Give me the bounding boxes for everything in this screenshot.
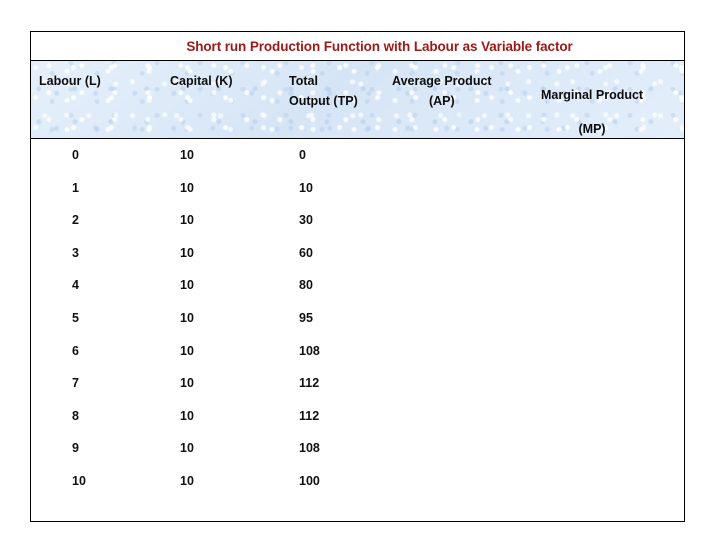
column-header-average-product-line1: Average Product <box>392 74 492 88</box>
table-row: 6 10 108 <box>31 335 684 368</box>
cell-tp: 112 <box>299 376 320 391</box>
column-header-marginal-product-line1: Marginal Product <box>541 88 644 102</box>
table-title: Short run Production Function with Labou… <box>186 38 573 54</box>
column-header-labour-line1: Labour (L) <box>39 74 101 88</box>
table-body: 0 10 0 1 10 10 2 10 30 3 10 60 4 10 80 5 10 95 6 10 108 7 10 11… <box>31 139 684 519</box>
table-row: 1 10 10 <box>31 172 684 205</box>
table-row: 4 10 80 <box>31 269 684 302</box>
table-row: 8 10 112 <box>31 400 684 433</box>
table-header-row: Labour (L) Capital (K) Total Output (TP)… <box>31 61 684 139</box>
slide-page: Short run Production Function with Labou… <box>0 0 720 540</box>
column-header-marginal-product: Marginal Product (MP) <box>541 85 643 139</box>
cell-labour: 4 <box>72 278 79 293</box>
column-header-capital-line1: Capital (K) <box>170 74 233 88</box>
cell-labour: 7 <box>72 376 79 391</box>
table-row: 10 10 100 <box>31 465 684 498</box>
table-row: 9 10 108 <box>31 432 684 465</box>
cell-tp: 108 <box>299 343 320 358</box>
column-header-total-output: Total Output (TP) <box>289 71 358 111</box>
cell-tp: 60 <box>299 245 313 260</box>
cell-labour: 2 <box>72 213 79 228</box>
column-header-total-output-line1: Total <box>289 74 318 88</box>
table-row: 5 10 95 <box>31 302 684 335</box>
column-header-average-product: Average Product (AP) <box>392 71 492 111</box>
cell-tp: 112 <box>299 408 320 423</box>
column-header-capital: Capital (K) <box>170 71 233 91</box>
table-row: 3 10 60 <box>31 237 684 270</box>
cell-tp: 80 <box>299 278 313 293</box>
cell-capital: 10 <box>180 148 194 162</box>
cell-tp: 10 <box>299 180 313 195</box>
cell-labour: 0 <box>72 148 79 162</box>
table-row: 0 10 0 <box>31 139 684 172</box>
table-title-row: Short run Production Function with Labou… <box>31 32 684 61</box>
cell-capital: 10 <box>180 310 194 325</box>
column-header-marginal-product-line2: (MP) <box>578 122 606 136</box>
cell-labour: 10 <box>72 473 86 488</box>
cell-capital: 10 <box>180 278 194 293</box>
column-header-average-product-line2: (AP) <box>428 94 455 108</box>
cell-tp: 0 <box>299 148 306 162</box>
cell-labour: 8 <box>72 408 79 423</box>
table-row: 7 10 112 <box>31 367 684 400</box>
column-header-total-output-line2: Output (TP) <box>289 94 358 108</box>
cell-capital: 10 <box>180 376 194 391</box>
cell-tp: 95 <box>299 310 313 325</box>
cell-capital: 10 <box>180 408 194 423</box>
column-header-labour: Labour (L) <box>39 71 101 91</box>
cell-labour: 3 <box>72 245 79 260</box>
cell-tp: 108 <box>299 441 320 456</box>
cell-labour: 5 <box>72 310 79 325</box>
cell-tp: 30 <box>299 213 313 228</box>
cell-capital: 10 <box>180 213 194 228</box>
cell-capital: 10 <box>180 343 194 358</box>
cell-tp: 100 <box>299 473 320 488</box>
cell-labour: 9 <box>72 441 79 456</box>
cell-capital: 10 <box>180 473 194 488</box>
cell-labour: 1 <box>72 180 79 195</box>
cell-labour: 6 <box>72 343 79 358</box>
production-function-table: Short run Production Function with Labou… <box>30 31 685 522</box>
table-row: 2 10 30 <box>31 204 684 237</box>
cell-capital: 10 <box>180 245 194 260</box>
cell-capital: 10 <box>180 180 194 195</box>
cell-capital: 10 <box>180 441 194 456</box>
